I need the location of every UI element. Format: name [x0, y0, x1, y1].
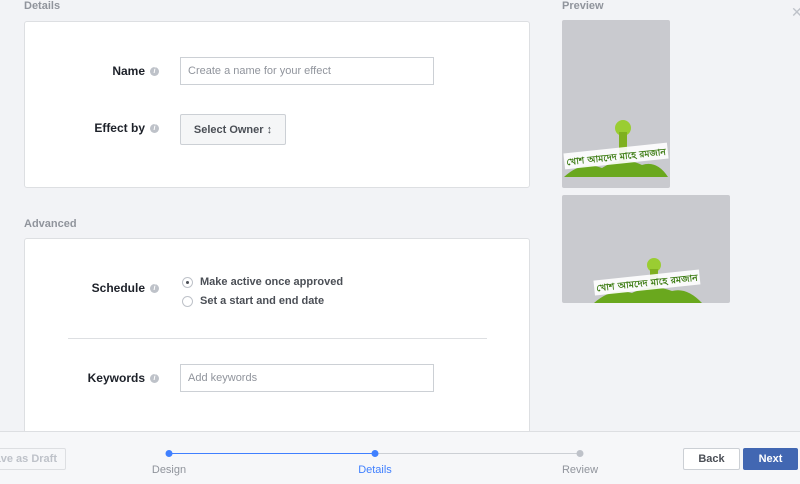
mosque-artwork-icon: খোশ আমদেদ মাহে রমজান	[563, 120, 669, 177]
effect-by-label: Effect by i	[94, 121, 159, 135]
name-input[interactable]	[180, 57, 434, 85]
step-design[interactable]: Design	[152, 464, 186, 476]
preview-portrait: খোশ আমদেদ মাহে রমজান	[562, 20, 670, 188]
save-draft-button[interactable]: Save as Draft	[0, 448, 66, 470]
radio-set-dates[interactable]: Set a start and end date	[182, 295, 324, 307]
step-review[interactable]: Review	[562, 464, 598, 476]
progress-line-done	[169, 453, 375, 454]
footer-bar: Save as Draft Design Details Review Back…	[0, 431, 800, 484]
progress-line-todo	[375, 453, 580, 454]
step-dot-details	[371, 450, 379, 457]
radio-make-active[interactable]: Make active once approved	[182, 276, 343, 288]
next-button[interactable]: Next	[743, 448, 798, 470]
keywords-input[interactable]	[180, 364, 434, 392]
name-label-text: Name	[112, 64, 145, 78]
keywords-label-text: Keywords	[87, 371, 145, 385]
radio-unchecked-icon	[182, 295, 193, 307]
schedule-label: Schedule i	[92, 281, 159, 295]
details-section-title: Details	[24, 0, 61, 12]
preview-title: Preview	[562, 0, 604, 12]
radio-checked-icon	[182, 276, 193, 288]
details-card: Namei Effect byi Select Owner ↕	[24, 21, 530, 188]
select-owner-dropdown[interactable]: Select Owner ↕	[180, 114, 286, 145]
step-dot-review	[576, 450, 584, 457]
info-icon[interactable]: i	[150, 283, 159, 293]
name-label: Name i	[112, 64, 159, 78]
schedule-label-text: Schedule	[91, 281, 145, 295]
back-button[interactable]: Back	[683, 448, 740, 470]
step-dot-design	[165, 450, 173, 457]
info-icon[interactable]: i	[150, 373, 159, 383]
preview-landscape: খোশ আমদেদ মাহে রমজান	[562, 195, 730, 303]
advanced-card: Schedule i Make active once approved Set …	[24, 238, 530, 438]
radio-label: Make active once approved	[200, 276, 344, 288]
info-icon[interactable]: i	[150, 123, 159, 133]
keywords-label: Keywords i	[88, 371, 159, 385]
effect-by-label-text: Effect by	[94, 121, 145, 135]
info-icon[interactable]: i	[150, 66, 159, 76]
step-details[interactable]: Details	[358, 464, 392, 476]
mosque-artwork-icon: খোশ আমদেদ মাহে রমজান	[593, 258, 702, 303]
close-icon[interactable]: ✕	[791, 4, 800, 21]
advanced-section-title: Advanced	[24, 218, 77, 230]
divider	[68, 338, 487, 339]
radio-label: Set a start and end date	[200, 295, 325, 307]
